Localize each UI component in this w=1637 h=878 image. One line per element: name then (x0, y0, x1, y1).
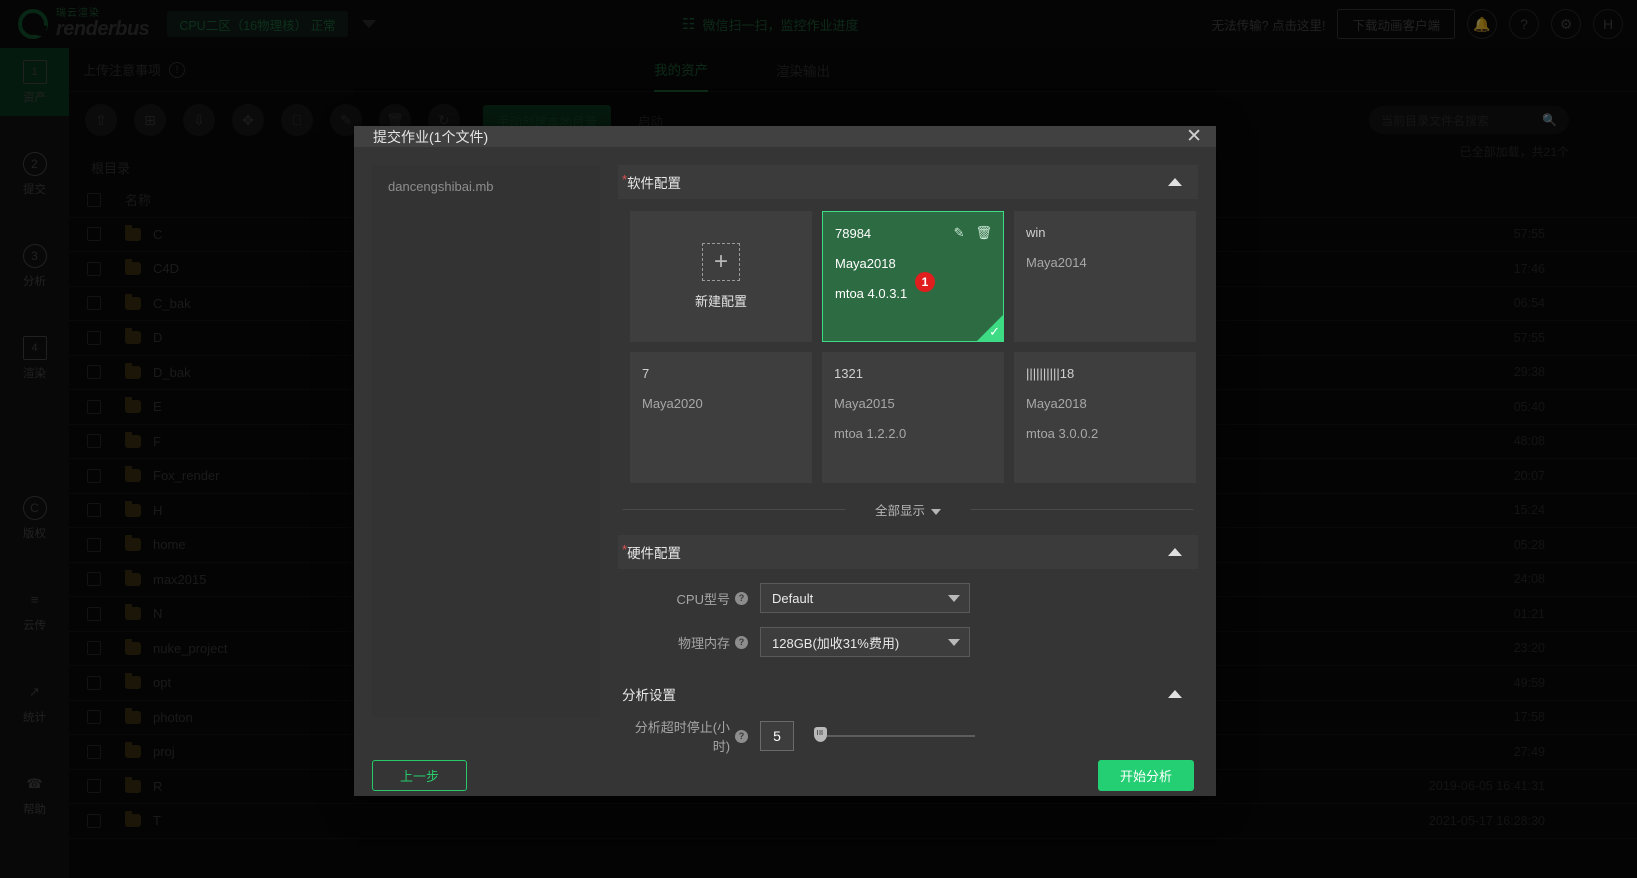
analysis-timeout-label-text: 分析超时停止(小时) (618, 717, 730, 755)
config-card[interactable]: 7 Maya2020 (630, 352, 812, 483)
slider-handle[interactable] (814, 727, 827, 742)
analysis-timeout-label: 分析超时停止(小时) ? (618, 717, 760, 755)
cpu-model-label: CPU型号 ? (618, 589, 760, 608)
plus-icon: + (702, 243, 740, 281)
analysis-timeout-slider[interactable] (814, 721, 975, 751)
analysis-settings-title: 分析设置 (622, 684, 676, 704)
slider-track (814, 735, 975, 737)
memory-select[interactable]: 128GB(加收31%费用) (760, 627, 970, 657)
previous-step-button[interactable]: 上一步 (372, 760, 467, 791)
software-config-cards: + 新建配置 78984✎🗑Maya2018mtoa 4.0.3.11✓winM… (618, 199, 1198, 483)
config-card-app: Maya2015 (834, 396, 992, 411)
cpu-model-label-text: CPU型号 (677, 589, 730, 608)
chevron-down-icon (948, 595, 960, 602)
help-icon[interactable]: ? (735, 636, 748, 649)
chevron-down-icon (948, 639, 960, 646)
hardware-config-title: *硬件配置 (622, 542, 681, 562)
modal-body: dancengshibai.mb *软件配置 + 新建配置 78984✎🗑May… (354, 147, 1216, 755)
config-card-app: Maya2018 (835, 256, 991, 271)
check-icon: ✓ (989, 324, 1000, 340)
modal-title: 提交作业(1个文件) (373, 127, 488, 147)
list-item[interactable]: dancengshibai.mb (388, 179, 600, 194)
config-card[interactable]: ||||||||||18 Maya2018 mtoa 3.0.0.2 (1014, 352, 1196, 483)
start-analysis-button[interactable]: 开始分析 (1098, 760, 1194, 791)
edit-icon[interactable]: ✎ (954, 225, 965, 241)
file-list-pane: dancengshibai.mb (372, 165, 600, 718)
divider-right (971, 509, 1193, 510)
analysis-timeout-input[interactable]: 5 (760, 721, 794, 751)
divider-left (623, 509, 845, 510)
memory-label-text: 物理内存 (678, 633, 730, 652)
cpu-model-value: Default (772, 591, 813, 606)
memory-label: 物理内存 ? (618, 633, 760, 652)
config-card-app: Maya2020 (642, 396, 800, 411)
app-root: 瑞云渲染 renderbus CPU二区（16物理核） 正常 ☷ 微信扫一扫，监… (0, 0, 1637, 878)
config-card-id: 7 (642, 366, 800, 381)
cpu-model-row: CPU型号 ? Default (618, 583, 1198, 613)
close-icon[interactable]: ✕ (1186, 127, 1202, 146)
config-card-id: ||||||||||18 (1026, 366, 1184, 381)
memory-value: 128GB(加收31%费用) (772, 633, 899, 652)
show-all-row: 全部显示 (618, 500, 1198, 519)
config-card[interactable]: win Maya2014 (1014, 211, 1196, 342)
hardware-config-header[interactable]: *硬件配置 (618, 535, 1198, 569)
analysis-settings-header[interactable]: 分析设置 (618, 677, 1198, 711)
modal-footer: 上一步 开始分析 (354, 755, 1216, 796)
new-config-label: 新建配置 (695, 291, 747, 310)
config-card-app: Maya2018 (1026, 396, 1184, 411)
config-card-app: Maya2014 (1026, 255, 1184, 270)
chevron-up-icon[interactable] (1168, 548, 1182, 556)
config-card[interactable]: 78984✎🗑Maya2018mtoa 4.0.3.11✓ (822, 211, 1004, 342)
software-config-header[interactable]: *软件配置 (618, 165, 1198, 199)
config-card-plugin: mtoa 4.0.3.1 (835, 286, 991, 301)
config-card[interactable]: 1321 Maya2015 mtoa 1.2.2.0 (822, 352, 1004, 483)
hardware-config-label: 硬件配置 (627, 546, 681, 561)
analysis-timeout-row: 分析超时停止(小时) ? 5 (618, 717, 1198, 755)
cpu-model-select[interactable]: Default (760, 583, 970, 613)
help-icon[interactable]: ? (735, 730, 748, 743)
chevron-down-icon (931, 509, 941, 515)
modal-header: 提交作业(1个文件) ✕ (354, 126, 1216, 147)
software-config-title: *软件配置 (622, 172, 681, 192)
configuration-pane: *软件配置 + 新建配置 78984✎🗑Maya2018mtoa 4.0.3.1… (618, 165, 1198, 755)
new-config-card[interactable]: + 新建配置 (630, 211, 812, 342)
show-all-toggle[interactable]: 全部显示 (875, 500, 941, 519)
config-card-id: win (1026, 225, 1184, 240)
memory-row: 物理内存 ? 128GB(加收31%费用) (618, 627, 1198, 657)
delete-icon[interactable]: 🗑 (975, 225, 992, 241)
config-card-id: 1321 (834, 366, 992, 381)
config-card-plugin: mtoa 1.2.2.0 (834, 426, 992, 441)
show-all-label: 全部显示 (875, 504, 925, 518)
submit-job-modal: 提交作业(1个文件) ✕ dancengshibai.mb *软件配置 + 新建… (354, 126, 1216, 796)
chevron-up-icon[interactable] (1168, 178, 1182, 186)
chevron-up-icon[interactable] (1168, 690, 1182, 698)
software-config-label: 软件配置 (627, 176, 681, 191)
config-card-plugin: mtoa 3.0.0.2 (1026, 426, 1184, 441)
help-icon[interactable]: ? (735, 592, 748, 605)
